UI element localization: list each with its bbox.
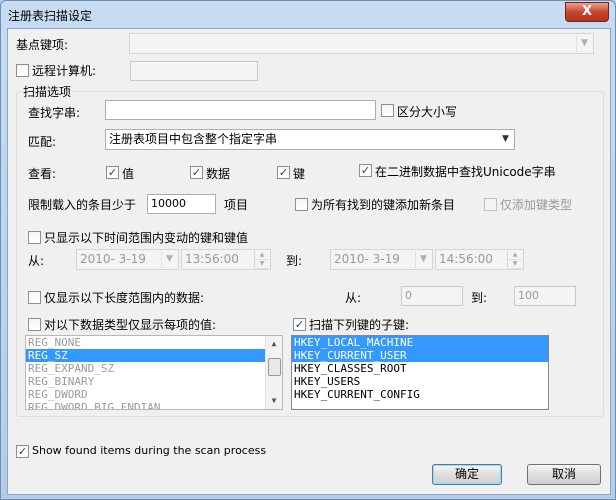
list-item[interactable]: REG_EXPAND_SZ: [26, 362, 282, 375]
time-from-label: 从:: [28, 254, 45, 268]
values-checkbox[interactable]: [106, 166, 119, 179]
length-to-label: 到:: [471, 291, 488, 305]
scan-options-title: 扫描选项: [21, 83, 74, 100]
spinner-icon[interactable]: ▲ ▼: [254, 251, 269, 269]
add-key-type-checkbox[interactable]: [484, 198, 497, 211]
window-title: 注册表扫描设定: [8, 9, 93, 23]
list-item[interactable]: REG_BINARY: [26, 375, 282, 388]
cancel-button[interactable]: 取消: [527, 464, 601, 485]
limit-suffix: 项目: [224, 198, 249, 212]
keys-label: 键: [293, 167, 306, 181]
list-item[interactable]: REG_SZ: [26, 349, 282, 362]
length-to-input[interactable]: 100: [514, 286, 576, 306]
time-to-label: 到:: [286, 254, 303, 268]
data-types-label: 对以下数据类型仅显示每项的值:: [44, 318, 217, 332]
data-label: 数据: [206, 167, 231, 181]
unicode-label: 在二进制数据中查找Unicode字串: [375, 165, 556, 179]
keys-checkbox[interactable]: [277, 166, 290, 179]
base-key-combo[interactable]: ▼: [129, 33, 594, 54]
match-value: 注册表项目中包含整个指定字串: [109, 132, 278, 146]
list-item[interactable]: HKEY_CURRENT_CONFIG: [292, 388, 548, 401]
list-item[interactable]: HKEY_CLASSES_ROOT: [292, 362, 548, 375]
limit-input[interactable]: 10000: [147, 194, 216, 214]
from-time-value: 13:56:00: [185, 252, 239, 266]
find-string-label: 查找字串:: [28, 106, 81, 120]
list-item[interactable]: HKEY_LOCAL_MACHINE: [292, 336, 548, 349]
unicode-checkbox[interactable]: [359, 164, 372, 177]
chevron-down-icon: ▼: [161, 251, 177, 268]
length-from-label: 从:: [345, 291, 362, 305]
subkeys-listbox[interactable]: HKEY_LOCAL_MACHINE HKEY_CURRENT_USER HKEY_…: [291, 335, 549, 410]
title-bar[interactable]: 注册表扫描设定 X: [1, 1, 615, 27]
show-found-checkbox[interactable]: [16, 445, 29, 458]
from-time-picker[interactable]: 13:56:00 ▲ ▼: [181, 249, 271, 270]
time-range-label: 只显示以下时间范围内变动的键和键值: [44, 231, 249, 245]
dialog-client: 基点键项: ▼ 远程计算机: 扫描选项 查找字串: 区分大小写 匹配: 注册表项…: [7, 28, 611, 495]
ok-button[interactable]: 确定: [432, 464, 502, 485]
look-at-label: 查看:: [28, 167, 57, 181]
scrollbar[interactable]: ▲ ▼: [265, 336, 282, 409]
length-range-label: 仅显示以下长度范围内的数据:: [44, 291, 205, 305]
add-new-items-checkbox[interactable]: [295, 198, 308, 211]
remote-computer-input[interactable]: [130, 61, 258, 81]
remote-label: 远程计算机:: [32, 64, 97, 78]
time-range-checkbox[interactable]: [28, 231, 41, 244]
length-from-input[interactable]: 0: [401, 286, 463, 306]
values-label: 值: [122, 167, 135, 181]
add-new-items-label: 为所有找到的键添加新条目: [311, 198, 456, 212]
scroll-down-icon[interactable]: ▼: [266, 393, 282, 409]
match-label: 匹配:: [28, 135, 57, 149]
list-item[interactable]: HKEY_CURRENT_USER: [292, 349, 548, 362]
match-combo[interactable]: 注册表项目中包含整个指定字串 ▼: [105, 129, 515, 150]
list-item[interactable]: REG_DWORD: [26, 388, 282, 401]
to-time-value: 14:56:00: [439, 252, 493, 266]
dialog-window: 注册表扫描设定 X 基点键项: ▼ 远程计算机: 扫描选项 查找字串: 区分大小…: [0, 0, 616, 500]
chevron-down-icon: ▼: [576, 35, 592, 52]
list-item[interactable]: REG_DWORD_BIG_ENDIAN: [26, 401, 282, 409]
length-range-checkbox[interactable]: [28, 291, 41, 304]
scroll-thumb[interactable]: [268, 358, 281, 376]
list-item[interactable]: REG_NONE: [26, 336, 282, 349]
subkeys-label: 扫描下列键的子键:: [309, 318, 410, 332]
find-string-input[interactable]: [105, 100, 376, 120]
to-date-picker[interactable]: 2010- 3-19 ▼: [330, 249, 433, 270]
chevron-down-icon: ▼: [502, 134, 509, 144]
show-found-label: Show found items during the scan process: [32, 444, 267, 457]
spinner-icon[interactable]: ▲ ▼: [507, 251, 522, 269]
data-types-checkbox[interactable]: [28, 318, 41, 331]
scroll-up-icon[interactable]: ▲: [266, 336, 282, 352]
chevron-down-icon: ▼: [415, 251, 431, 268]
from-date-value: 2010- 3-19: [80, 252, 146, 266]
list-item[interactable]: HKEY_USERS: [292, 375, 548, 388]
case-sensitive-label: 区分大小写: [397, 105, 458, 119]
to-time-picker[interactable]: 14:56:00 ▲ ▼: [435, 249, 524, 270]
data-types-listbox[interactable]: REG_NONE REG_SZ REG_EXPAND_SZ REG_BINARY REG…: [25, 335, 283, 410]
add-key-type-label: 仅添加键类型: [500, 198, 573, 212]
from-date-picker[interactable]: 2010- 3-19 ▼: [76, 249, 179, 270]
data-checkbox[interactable]: [190, 166, 203, 179]
base-key-label: 基点键项:: [16, 38, 69, 52]
case-sensitive-checkbox[interactable]: [381, 104, 394, 117]
close-button[interactable]: X: [565, 2, 609, 22]
to-date-value: 2010- 3-19: [334, 252, 400, 266]
remote-checkbox[interactable]: [16, 64, 29, 77]
subkeys-checkbox[interactable]: [293, 318, 306, 331]
limit-label: 限制载入的条目少于: [28, 198, 137, 212]
